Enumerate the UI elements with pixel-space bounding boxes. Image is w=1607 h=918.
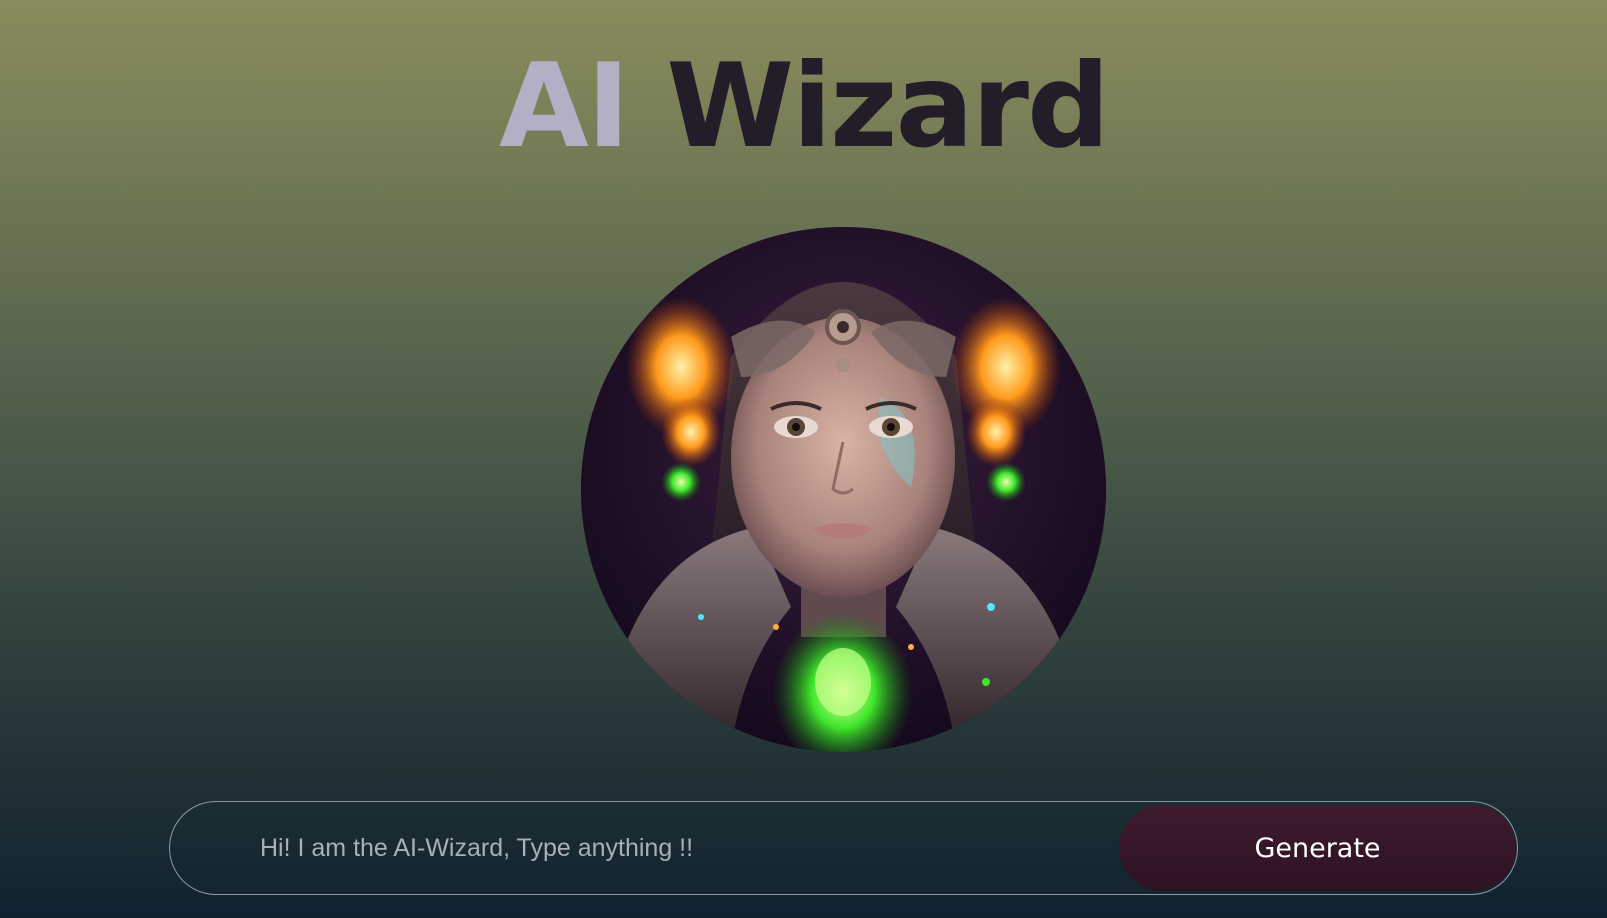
title-wizard: Wizard (666, 39, 1110, 174)
generate-button[interactable]: Generate (1119, 805, 1516, 891)
wizard-avatar-image (581, 227, 1106, 752)
page-title: AI Wizard (0, 42, 1607, 172)
cyborg-portrait-icon (581, 227, 1106, 752)
title-ai: AI (498, 39, 630, 174)
prompt-input[interactable] (260, 824, 1160, 872)
prompt-bar: Generate (169, 801, 1518, 895)
